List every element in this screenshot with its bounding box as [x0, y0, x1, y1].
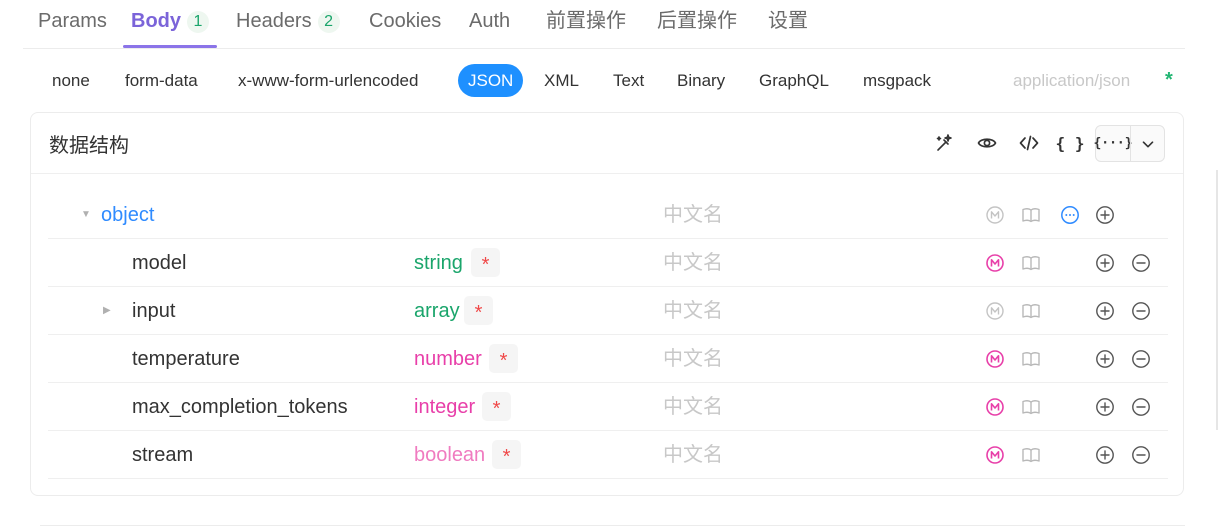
content-type-value: application/json [1013, 71, 1131, 90]
tab-pre-operations[interactable]: 前置操作 [546, 9, 626, 37]
add-field-icon[interactable] [1093, 203, 1117, 227]
schema-field-row: stream boolean * 中文名 [48, 431, 1168, 479]
add-field-icon[interactable] [1093, 251, 1117, 275]
tab-body-label: Body [131, 10, 181, 32]
mock-icon[interactable] [983, 395, 1007, 419]
body-type-xml[interactable]: XML [544, 64, 579, 97]
schema-field-row: temperature number * 中文名 [48, 335, 1168, 383]
bottom-divider [40, 525, 1185, 526]
tab-body[interactable]: Body 1 [131, 9, 209, 37]
add-field-icon[interactable] [1093, 299, 1117, 323]
body-type-form-data[interactable]: form-data [125, 64, 198, 97]
tab-settings-label: 设置 [768, 10, 808, 32]
tab-body-badge: 1 [187, 11, 209, 33]
remove-field-icon[interactable] [1129, 347, 1153, 371]
schema-field-row: ▶ input array * 中文名 [48, 287, 1168, 335]
schema-root-row: ▼ object 中文名 [48, 191, 1168, 239]
body-type-x-www-form-urlencoded[interactable]: x-www-form-urlencoded [238, 64, 418, 97]
field-type[interactable]: integer [414, 395, 475, 419]
tab-post-operations[interactable]: 后置操作 [657, 9, 737, 37]
code-icon[interactable] [1014, 128, 1044, 158]
field-name[interactable]: model [132, 251, 186, 275]
tab-headers-label: Headers [236, 10, 312, 32]
tab-cookies[interactable]: Cookies [369, 9, 441, 37]
mock-icon[interactable] [983, 347, 1007, 371]
field-type[interactable]: number [414, 347, 482, 371]
tab-pre-operations-label: 前置操作 [546, 10, 626, 32]
book-icon[interactable] [1019, 299, 1043, 323]
add-field-icon[interactable] [1093, 395, 1117, 419]
book-icon[interactable] [1019, 251, 1043, 275]
field-name[interactable]: stream [132, 443, 193, 467]
display-name-input[interactable]: 中文名 [663, 299, 723, 323]
request-tabs: Params Body 1 Headers 2 Cookies Auth 前置操作 … [23, 0, 1185, 49]
body-type-binary[interactable]: Binary [677, 64, 725, 97]
tab-post-operations-label: 后置操作 [657, 10, 737, 32]
schema-view-dropdown[interactable]: {···} [1093, 125, 1165, 162]
field-name[interactable]: max_completion_tokens [132, 395, 348, 419]
field-type[interactable]: string [414, 251, 463, 275]
remove-field-icon[interactable] [1129, 443, 1153, 467]
book-icon[interactable] [1019, 347, 1043, 371]
more-options-icon[interactable] [1058, 203, 1082, 227]
active-tab-indicator [123, 45, 217, 48]
body-type-msgpack[interactable]: msgpack [863, 64, 931, 97]
field-name[interactable]: temperature [132, 347, 240, 371]
chevron-down-icon[interactable] [1131, 126, 1165, 161]
braces-icon[interactable]: { } [1055, 128, 1085, 158]
required-toggle[interactable]: * [482, 392, 511, 421]
display-name-input[interactable]: 中文名 [663, 347, 723, 371]
required-toggle[interactable]: * [471, 248, 500, 277]
body-type-none[interactable]: none [52, 64, 90, 97]
schema-panel-title: 数据结构 [49, 135, 129, 157]
body-type-text[interactable]: Text [613, 64, 644, 97]
tab-params-label: Params [38, 10, 107, 32]
schema-panel-header: 数据结构 { } {···} [31, 113, 1183, 174]
remove-field-icon[interactable] [1129, 251, 1153, 275]
schema-panel: 数据结构 { } {···} ▼ object 中文名 model string… [30, 112, 1184, 496]
mock-icon[interactable] [983, 203, 1007, 227]
mock-icon[interactable] [983, 251, 1007, 275]
tab-auth-label: Auth [469, 10, 511, 32]
collapse-caret-icon[interactable]: ▼ [81, 209, 91, 221]
required-toggle[interactable]: * [489, 344, 518, 373]
tab-auth[interactable]: Auth [469, 9, 510, 37]
schema-field-row: max_completion_tokens integer * 中文名 [48, 383, 1168, 431]
field-name[interactable]: input [132, 299, 175, 323]
tab-cookies-label: Cookies [369, 10, 442, 32]
required-toggle[interactable]: * [492, 440, 521, 469]
tab-headers-badge: 2 [317, 11, 340, 33]
book-icon[interactable] [1019, 395, 1043, 419]
root-display-name-input[interactable]: 中文名 [663, 203, 723, 227]
field-type[interactable]: boolean [414, 443, 485, 467]
remove-field-icon[interactable] [1129, 299, 1153, 323]
book-icon[interactable] [1019, 203, 1043, 227]
root-field-name[interactable]: object [101, 203, 154, 227]
display-name-input[interactable]: 中文名 [663, 395, 723, 419]
mock-icon[interactable] [983, 299, 1007, 323]
braces-ellipsis-icon[interactable]: {···} [1093, 126, 1132, 161]
magic-wand-icon[interactable] [930, 128, 960, 158]
content-type-required-mark: * [1165, 69, 1173, 91]
remove-field-icon[interactable] [1129, 395, 1153, 419]
tab-params[interactable]: Params [38, 9, 107, 37]
tab-settings[interactable]: 设置 [768, 9, 808, 37]
book-icon[interactable] [1019, 443, 1043, 467]
eye-icon[interactable] [972, 128, 1002, 158]
add-field-icon[interactable] [1093, 443, 1117, 467]
field-type[interactable]: array [414, 299, 460, 323]
body-type-json[interactable]: JSON [458, 64, 524, 97]
tab-headers[interactable]: Headers 2 [236, 9, 340, 37]
display-name-input[interactable]: 中文名 [663, 251, 723, 275]
schema-field-row: model string * 中文名 [48, 239, 1168, 287]
display-name-input[interactable]: 中文名 [663, 443, 723, 467]
required-toggle[interactable]: * [464, 296, 493, 325]
expand-caret-icon[interactable]: ▶ [103, 305, 113, 317]
add-field-icon[interactable] [1093, 347, 1117, 371]
mock-icon[interactable] [983, 443, 1007, 467]
body-type-graphql[interactable]: GraphQL [759, 64, 829, 97]
